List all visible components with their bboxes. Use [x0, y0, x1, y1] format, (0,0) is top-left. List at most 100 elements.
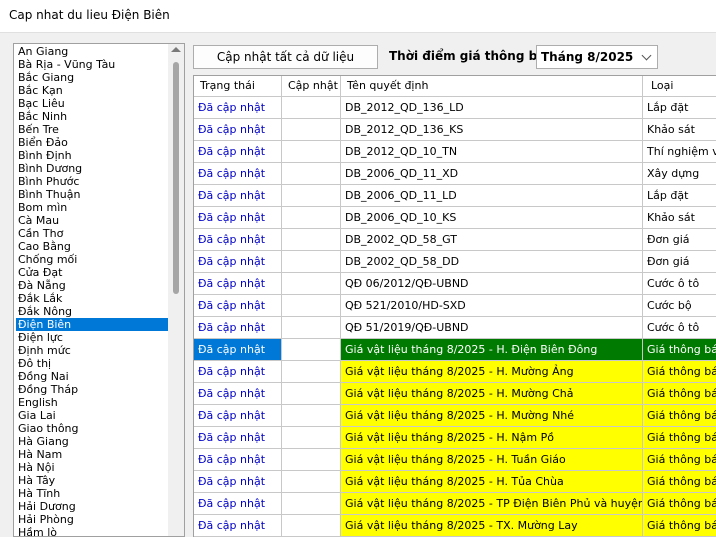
row-status-cell[interactable]: Đã cập nhật	[194, 141, 282, 163]
row-type-cell[interactable]: Đơn giá	[643, 251, 716, 273]
header-type[interactable]: Loại	[643, 76, 716, 96]
province-item[interactable]: Đồng Nai	[16, 370, 170, 383]
row-update-cell[interactable]	[282, 207, 341, 229]
row-update-cell[interactable]	[282, 251, 341, 273]
time-select[interactable]: Tháng 8/2025	[536, 45, 658, 69]
row-status-cell[interactable]: Đã cập nhật	[194, 471, 282, 493]
province-item[interactable]: Chống mối	[16, 253, 170, 266]
row-type-cell[interactable]: Giá thông báo	[643, 471, 716, 493]
row-status-cell[interactable]: Đã cập nhật	[194, 339, 282, 361]
data-grid[interactable]: Trạng thái Cập nhật Tên quyết định Loại …	[193, 75, 716, 537]
province-item[interactable]: Cần Thơ	[16, 227, 170, 240]
header-update[interactable]: Cập nhật	[282, 76, 341, 96]
row-type-cell[interactable]: Giá thông báo	[643, 493, 716, 515]
row-type-cell[interactable]: Khảo sát	[643, 207, 716, 229]
province-item[interactable]: Hà Tĩnh	[16, 487, 170, 500]
row-type-cell[interactable]: Giá thông báo	[643, 405, 716, 427]
table-row[interactable]: Đã cập nhật QĐ 521/2010/HD-SXD Cước bộ	[194, 295, 716, 317]
row-type-cell[interactable]: Giá thông báo	[643, 383, 716, 405]
province-item[interactable]: Bà Rịa - Vũng Tàu	[16, 58, 170, 71]
row-type-cell[interactable]: Giá thông báo	[643, 515, 716, 537]
province-item[interactable]: Hà Nội	[16, 461, 170, 474]
row-name-cell[interactable]: DB_2006_QD_10_KS	[341, 207, 643, 229]
row-update-cell[interactable]	[282, 317, 341, 339]
table-row[interactable]: Đã cập nhật DB_2002_QD_58_GT Đơn giá	[194, 229, 716, 251]
row-status-cell[interactable]: Đã cập nhật	[194, 383, 282, 405]
province-item[interactable]: Đắk Nông	[16, 305, 170, 318]
province-item[interactable]: An Giang	[16, 45, 170, 58]
row-status-cell[interactable]: Đã cập nhật	[194, 427, 282, 449]
province-item[interactable]: Bạc Liêu	[16, 97, 170, 110]
province-item[interactable]: Đô thị	[16, 357, 170, 370]
scroll-up-arrow-icon[interactable]	[171, 47, 181, 52]
province-item[interactable]: Cà Mau	[16, 214, 170, 227]
row-name-cell[interactable]: DB_2006_QD_11_LD	[341, 185, 643, 207]
table-row[interactable]: Đã cập nhật DB_2012_QD_136_KS Khảo sát	[194, 119, 716, 141]
row-update-cell[interactable]	[282, 163, 341, 185]
row-update-cell[interactable]	[282, 471, 341, 493]
province-item[interactable]: Cao Bằng	[16, 240, 170, 253]
row-name-cell[interactable]: DB_2012_QD_10_TN	[341, 141, 643, 163]
province-item[interactable]: Hà Nam	[16, 448, 170, 461]
row-status-cell[interactable]: Đã cập nhật	[194, 163, 282, 185]
header-decision-name[interactable]: Tên quyết định	[341, 76, 643, 96]
row-type-cell[interactable]: Lắp đặt	[643, 185, 716, 207]
row-status-cell[interactable]: Đã cập nhật	[194, 119, 282, 141]
row-name-cell[interactable]: Giá vật liệu tháng 8/2025 - H. Nậm Pồ	[341, 427, 643, 449]
row-name-cell[interactable]: DB_2012_QD_136_LD	[341, 97, 643, 119]
table-row[interactable]: Đã cập nhật QĐ 06/2012/QĐ-UBND Cước ô tô	[194, 273, 716, 295]
province-list[interactable]: An Giang Bà Rịa - Vũng Tàu Bắc Giang Bắc Kạ…	[13, 43, 185, 537]
table-row[interactable]: Đã cập nhật Giá vật liệu tháng 8/2025 - H…	[194, 361, 716, 383]
table-row[interactable]: Đã cập nhật Giá vật liệu tháng 8/2025 - T…	[194, 493, 716, 515]
province-list-scrollbar[interactable]	[168, 44, 184, 536]
row-name-cell[interactable]: Giá vật liệu tháng 8/2025 - H. Tuần Giáo	[341, 449, 643, 471]
row-update-cell[interactable]	[282, 119, 341, 141]
row-status-cell[interactable]: Đã cập nhật	[194, 251, 282, 273]
row-type-cell[interactable]: Giá thông báo	[643, 339, 716, 361]
table-row[interactable]: Đã cập nhật Giá vật liệu tháng 8/2025 - H…	[194, 383, 716, 405]
row-name-cell[interactable]: Giá vật liệu tháng 8/2025 - TP Điện Biên…	[341, 493, 643, 515]
province-item[interactable]: English	[16, 396, 170, 409]
row-type-cell[interactable]: Đơn giá	[643, 229, 716, 251]
province-item[interactable]: Hà Giang	[16, 435, 170, 448]
province-item[interactable]: Bến Tre	[16, 123, 170, 136]
province-item[interactable]: Hà Tây	[16, 474, 170, 487]
table-row[interactable]: Đã cập nhật Giá vật liệu tháng 8/2025 - T…	[194, 515, 716, 537]
table-row[interactable]: Đã cập nhật DB_2002_QD_58_DD Đơn giá	[194, 251, 716, 273]
row-type-cell[interactable]: Xây dựng	[643, 163, 716, 185]
update-all-button[interactable]: Cập nhật tất cả dữ liệu	[193, 45, 378, 69]
table-row[interactable]: Đã cập nhật DB_2012_QD_10_TNThí nghiệm vậ…	[194, 141, 716, 163]
row-type-cell[interactable]: Cước ô tô	[643, 273, 716, 295]
table-row[interactable]: Đã cập nhật DB_2006_QD_11_XD Xây dựng	[194, 163, 716, 185]
row-update-cell[interactable]	[282, 295, 341, 317]
row-type-cell[interactable]: Giá thông báo	[643, 449, 716, 471]
chevron-down-icon[interactable]	[641, 50, 652, 61]
table-row[interactable]: Đã cập nhật DB_2006_QD_11_LD Lắp đặt	[194, 185, 716, 207]
table-row[interactable]: Đã cập nhật Giá vật liệu tháng 8/2025 - H…	[194, 339, 716, 361]
row-update-cell[interactable]	[282, 97, 341, 119]
province-item[interactable]: Bình Phước	[16, 175, 170, 188]
row-name-cell[interactable]: Giá vật liệu tháng 8/2025 - H. Mường Chả	[341, 383, 643, 405]
row-update-cell[interactable]	[282, 141, 341, 163]
row-update-cell[interactable]	[282, 361, 341, 383]
row-name-cell[interactable]: Giá vật liệu tháng 8/2025 - TX. Mường La…	[341, 515, 643, 537]
scroll-thumb[interactable]	[173, 62, 179, 294]
row-name-cell[interactable]: QĐ 51/2019/QĐ-UBND	[341, 317, 643, 339]
province-item[interactable]: Đồng Tháp	[16, 383, 170, 396]
row-type-cell[interactable]: Giá thông báo	[643, 361, 716, 383]
row-status-cell[interactable]: Đã cập nhật	[194, 449, 282, 471]
row-status-cell[interactable]: Đã cập nhật	[194, 405, 282, 427]
row-status-cell[interactable]: Đã cập nhật	[194, 273, 282, 295]
row-update-cell[interactable]	[282, 383, 341, 405]
row-status-cell[interactable]: Đã cập nhật	[194, 185, 282, 207]
province-item[interactable]: Bắc Giang	[16, 71, 170, 84]
province-item[interactable]: Đắk Lắk	[16, 292, 170, 305]
row-status-cell[interactable]: Đã cập nhật	[194, 317, 282, 339]
province-item[interactable]: Bình Định	[16, 149, 170, 162]
province-item[interactable]: Bắc Ninh	[16, 110, 170, 123]
province-item[interactable]: Định mức	[16, 344, 170, 357]
row-update-cell[interactable]	[282, 427, 341, 449]
province-item[interactable]: Giao thông	[16, 422, 170, 435]
row-update-cell[interactable]	[282, 229, 341, 251]
row-name-cell[interactable]: Giá vật liệu tháng 8/2025 - H. Mường Nhé	[341, 405, 643, 427]
